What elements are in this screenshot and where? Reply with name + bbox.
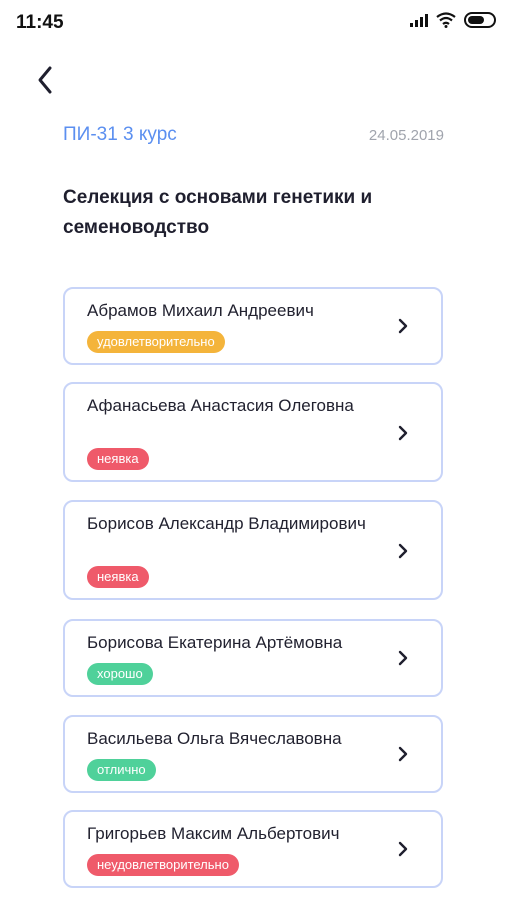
status-time: 11:45: [16, 12, 64, 33]
subject-title: Селекция с основами генетики и семеновод…: [63, 187, 373, 238]
chevron-right-icon: [398, 746, 408, 762]
chevron-right-icon: [398, 650, 408, 666]
student-name: Борисов Александр Владимирович: [87, 514, 366, 533]
status-bar: 11:45: [0, 0, 506, 44]
grade-badge: удовлетворительно: [87, 331, 225, 353]
wifi-icon: [436, 12, 456, 28]
grade-badge: хорошо: [87, 663, 153, 685]
chevron-right-icon: [398, 841, 408, 857]
student-card[interactable]: Борисов Александр Владимирович неявка: [63, 500, 443, 600]
student-name: Абрамов Михаил Андреевич: [87, 301, 314, 320]
signal-icon: [410, 13, 428, 27]
student-name: Григорьев Максим Альбертович: [87, 824, 340, 843]
back-arrow-icon: [38, 66, 52, 94]
exam-date: 24.05.2019: [368, 127, 444, 144]
battery-icon: [464, 12, 496, 28]
student-name: Борисова Екатерина Артёмовна: [87, 633, 343, 652]
student-name: Васильева Ольга Вячеславовна: [87, 729, 342, 748]
grade-badge: неудовлетворительно: [87, 854, 239, 876]
student-card[interactable]: Борисова Екатерина Артёмовна хорошо: [63, 619, 443, 697]
back-button[interactable]: [30, 60, 64, 100]
student-name: Афанасьева Анастасия Олеговна: [87, 396, 354, 415]
grade-badge: неявка: [87, 448, 149, 470]
grade-badge: неявка: [87, 566, 149, 588]
student-card[interactable]: Афанасьева Анастасия Олеговна неявка: [63, 382, 443, 482]
chevron-right-icon: [398, 425, 408, 441]
group-label: ПИ-31 3 курс: [63, 124, 177, 145]
chevron-right-icon: [398, 543, 408, 559]
grade-badge: отлично: [87, 759, 156, 781]
student-card[interactable]: Григорьев Максим Альбертович неудовлетвор…: [63, 810, 443, 888]
student-card[interactable]: Васильева Ольга Вячеславовна отлично: [63, 715, 443, 793]
chevron-right-icon: [398, 318, 408, 334]
student-card[interactable]: Абрамов Михаил Андреевич удовлетворительн…: [63, 287, 443, 365]
status-icons: [410, 12, 496, 28]
